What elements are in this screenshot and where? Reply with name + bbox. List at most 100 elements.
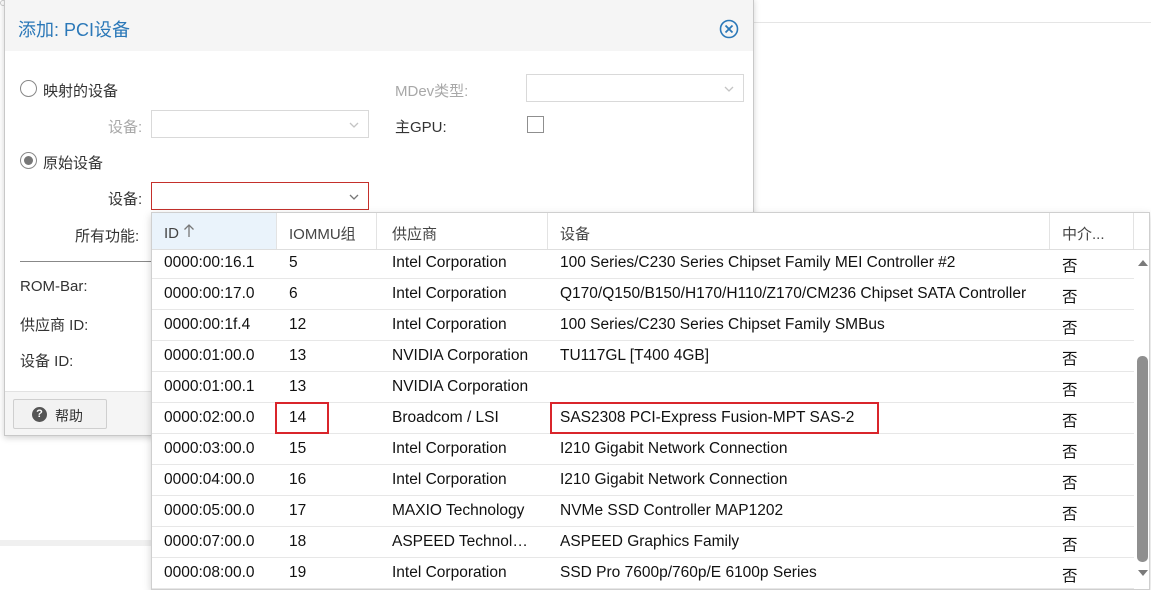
cell-mdev: 否 [1062, 382, 1078, 399]
table-row[interactable]: 0000:01:00.1 13 NVIDIA Corporation 否 [152, 372, 1134, 403]
cell-iommu: 5 [289, 254, 298, 271]
mdev-type-label: MDev类型: [395, 83, 469, 100]
cell-id: 0000:01:00.1 [164, 378, 255, 395]
table-row-highlighted[interactable]: 0000:02:00.0 14 Broadcom / LSI SAS2308 P… [152, 403, 1134, 434]
cell-device: 100 Series/C230 Series Chipset Family ME… [560, 254, 956, 271]
table-row[interactable]: 0000:08:00.0 19 Intel Corporation SSD Pr… [152, 558, 1134, 589]
mapped-device-radio[interactable] [20, 80, 37, 97]
help-button[interactable]: ? 帮助 [13, 399, 107, 429]
cell-id: 0000:05:00.0 [164, 502, 255, 519]
cell-device: SSD Pro 7600p/760p/E 6100p Series [560, 564, 817, 581]
vendor-id-label: 供应商 ID: [20, 317, 89, 334]
cell-vendor: NVIDIA Corporation [392, 378, 529, 395]
cell-mdev: 否 [1062, 289, 1078, 306]
chevron-down-icon [349, 194, 359, 200]
cell-vendor: Intel Corporation [392, 316, 507, 333]
arrow-up-icon [184, 224, 194, 237]
cell-id: 0000:07:00.0 [164, 533, 255, 550]
table-row[interactable]: 0000:00:17.0 6 Intel Corporation Q170/Q1… [152, 279, 1134, 310]
cell-mdev: 否 [1062, 506, 1078, 523]
cell-iommu: 13 [289, 347, 307, 364]
mapped-device-label: 映射的设备 [43, 83, 119, 100]
primary-gpu-checkbox[interactable] [527, 116, 544, 133]
cell-mdev: 否 [1062, 351, 1078, 368]
scroll-down-icon[interactable] [1137, 568, 1149, 578]
cell-id: 0000:00:1f.4 [164, 316, 251, 333]
cell-device: I210 Gigabit Network Connection [560, 471, 788, 488]
cell-iommu: 16 [289, 471, 307, 488]
cell-device [548, 372, 1050, 402]
device-id-label: 设备 ID: [20, 353, 74, 370]
cell-mdev: 否 [1062, 568, 1078, 585]
raw-device-label: 原始设备 [43, 155, 104, 172]
pci-device-picker-grid[interactable]: ID IOMMU组 供应商 设备 中介... 0000:00:16.1 5 In… [151, 212, 1150, 590]
cell-device: 100 Series/C230 Series Chipset Family SM… [560, 316, 885, 333]
cell-iommu: 17 [289, 502, 307, 519]
cell-id: 0000:08:00.0 [164, 564, 255, 581]
cell-device: ASPEED Graphics Family [560, 533, 740, 550]
cell-mdev: 否 [1062, 413, 1078, 430]
cell-mdev: 否 [1062, 444, 1078, 461]
dialog-header: 添加: PCI设备 [5, 0, 753, 51]
mapped-device-select[interactable] [151, 110, 369, 138]
scrollbar-thumb[interactable] [1137, 356, 1148, 562]
cell-iommu: 12 [289, 316, 307, 333]
close-icon[interactable] [719, 19, 739, 39]
raw-device-radio[interactable] [20, 152, 37, 169]
table-row[interactable]: 0000:00:1f.4 12 Intel Corporation 100 Se… [152, 310, 1134, 341]
cell-vendor: Intel Corporation [392, 254, 507, 271]
mapped-device-select-label: 设备: [108, 119, 143, 136]
table-row[interactable]: 0000:00:16.1 5 Intel Corporation 100 Ser… [152, 248, 1134, 279]
raw-device-select-label: 设备: [108, 191, 143, 208]
column-header-mdev[interactable]: 中介... [1050, 213, 1134, 249]
cell-iommu: 14 [289, 409, 307, 426]
column-header-vendor[interactable]: 供应商 [380, 213, 548, 249]
cell-iommu: 13 [289, 378, 307, 395]
table-row[interactable]: 0000:01:00.0 13 NVIDIA Corporation TU117… [152, 341, 1134, 372]
grid-header: ID IOMMU组 供应商 设备 中介... [152, 213, 1149, 250]
mdev-type-select[interactable] [526, 74, 744, 102]
primary-gpu-label: 主GPU: [395, 119, 447, 136]
chevron-down-icon [724, 86, 734, 92]
cell-vendor: Broadcom / LSI [392, 409, 499, 426]
help-button-label: 帮助 [55, 408, 83, 424]
table-row[interactable]: 0000:07:00.0 18 ASPEED Technology ASPEED… [152, 527, 1134, 558]
column-header-device[interactable]: 设备 [548, 213, 1050, 249]
cell-id: 0000:03:00.0 [164, 440, 255, 457]
cell-mdev: 否 [1062, 258, 1078, 275]
cell-mdev: 否 [1062, 475, 1078, 492]
table-row[interactable]: 0000:03:00.0 15 Intel Corporation I210 G… [152, 434, 1134, 465]
cell-vendor: MAXIO Technology [392, 502, 525, 519]
cell-id: 0000:00:16.1 [164, 254, 255, 271]
table-row[interactable]: 0000:04:00.0 16 Intel Corporation I210 G… [152, 465, 1134, 496]
rom-bar-label: ROM-Bar: [20, 278, 88, 295]
background-strip [0, 540, 152, 546]
cell-id: 0000:01:00.0 [164, 347, 255, 364]
cell-vendor: Intel Corporation [392, 285, 507, 302]
cell-vendor: Intel Corporation [392, 471, 507, 488]
scroll-up-icon[interactable] [1137, 258, 1149, 268]
advanced-separator [20, 261, 155, 262]
cell-vendor: Intel Corporation [392, 564, 507, 581]
cell-id: 0000:00:17.0 [164, 285, 255, 302]
cell-device: Q170/Q150/B150/H170/H110/Z170/CM236 Chip… [560, 285, 1027, 302]
cell-mdev: 否 [1062, 320, 1078, 337]
cell-iommu: 6 [289, 285, 298, 302]
cell-id: 0000:02:00.0 [164, 409, 255, 426]
cell-vendor: Intel Corporation [392, 440, 507, 457]
column-header-iommu[interactable]: IOMMU组 [277, 213, 377, 249]
cell-vendor: ASPEED Technology [392, 533, 538, 550]
column-header-id-label: ID [164, 225, 179, 242]
cell-device: I210 Gigabit Network Connection [560, 440, 788, 457]
cell-iommu: 19 [289, 564, 307, 581]
cell-mdev: 否 [1062, 537, 1078, 554]
cell-vendor: NVIDIA Corporation [392, 347, 529, 364]
raw-device-select[interactable] [151, 182, 369, 210]
cell-device: SAS2308 PCI-Express Fusion-MPT SAS-2 [560, 409, 855, 426]
cell-iommu: 18 [289, 533, 307, 550]
cell-device: NVMe SSD Controller MAP1202 [560, 502, 784, 519]
all-functions-label: 所有功能: [75, 228, 140, 245]
cell-id: 0000:04:00.0 [164, 471, 255, 488]
table-row[interactable]: 0000:05:00.0 17 MAXIO Technology NVMe SS… [152, 496, 1134, 527]
column-header-id[interactable]: ID [152, 213, 277, 249]
